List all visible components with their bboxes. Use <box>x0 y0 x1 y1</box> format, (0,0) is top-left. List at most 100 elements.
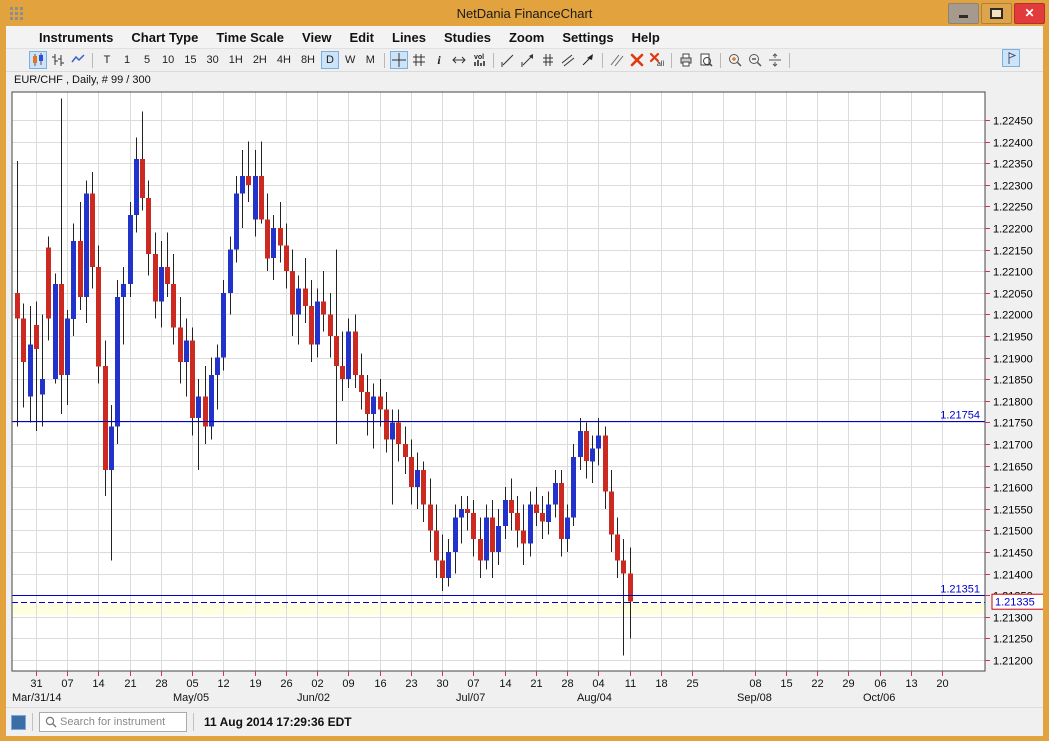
info-button[interactable]: i <box>430 51 448 69</box>
svg-text:all: all <box>657 61 664 68</box>
maximize-button[interactable] <box>981 3 1012 24</box>
toolbar-separator <box>789 53 790 68</box>
trend-ray-button[interactable] <box>519 51 537 69</box>
svg-text:Jun/02: Jun/02 <box>297 692 330 704</box>
delete-line-button[interactable] <box>628 51 646 69</box>
instrument-label: EUR/CHF , Daily, # 99 / 300 <box>14 74 151 86</box>
svg-text:07: 07 <box>61 678 73 690</box>
timeframe-8h-button[interactable]: 8H <box>297 51 319 69</box>
menu-studies[interactable]: Studies <box>435 30 500 45</box>
svg-text:1.22250: 1.22250 <box>993 202 1033 214</box>
svg-text:21: 21 <box>124 678 136 690</box>
svg-text:1.21500: 1.21500 <box>993 526 1033 538</box>
close-button[interactable]: ✕ <box>1014 3 1045 24</box>
gann-grid-button[interactable] <box>539 51 557 69</box>
svg-text:06: 06 <box>874 678 886 690</box>
zoom-in-button[interactable] <box>726 51 744 69</box>
minimize-button[interactable] <box>948 3 979 24</box>
svg-text:28: 28 <box>561 678 573 690</box>
fit-vertical-button[interactable] <box>766 51 784 69</box>
delete-all-lines-button[interactable]: all <box>648 51 666 69</box>
search-input[interactable] <box>58 715 182 729</box>
menu-chart-type[interactable]: Chart Type <box>122 30 207 45</box>
svg-text:20: 20 <box>936 678 948 690</box>
toolbar-separator <box>671 53 672 68</box>
timeframe-weekly-button[interactable]: W <box>341 51 359 69</box>
svg-text:1.21250: 1.21250 <box>993 634 1033 646</box>
channel-button[interactable] <box>559 51 577 69</box>
minimize-icon <box>959 15 968 18</box>
menu-settings[interactable]: Settings <box>553 30 622 45</box>
svg-text:Oct/06: Oct/06 <box>863 692 895 704</box>
menu-time-scale[interactable]: Time Scale <box>207 30 293 45</box>
menubar: InstrumentsChart TypeTime ScaleViewEditL… <box>6 26 1043 49</box>
timeframe-monthly-button[interactable]: M <box>361 51 379 69</box>
svg-text:07: 07 <box>467 678 479 690</box>
svg-text:1.22200: 1.22200 <box>993 224 1033 236</box>
grid-button[interactable] <box>410 51 428 69</box>
svg-text:Jul/07: Jul/07 <box>456 692 485 704</box>
menu-lines[interactable]: Lines <box>383 30 435 45</box>
timeframe-5m-button[interactable]: 5 <box>138 51 156 69</box>
print-button[interactable] <box>677 51 695 69</box>
timeframe-10m-button[interactable]: 10 <box>158 51 178 69</box>
volume-button[interactable]: vol <box>470 51 488 69</box>
search-box[interactable] <box>39 712 187 732</box>
instrument-color-icon[interactable] <box>11 715 26 730</box>
timestamp: 11 Aug 2014 17:29:36 EDT <box>204 715 352 729</box>
svg-text:vol: vol <box>474 54 484 61</box>
zoom-out-button[interactable] <box>746 51 764 69</box>
menu-instruments[interactable]: Instruments <box>30 30 122 45</box>
print-preview-button[interactable] <box>697 51 715 69</box>
svg-text:1.22100: 1.22100 <box>993 267 1033 279</box>
timeframe-2h-button[interactable]: 2H <box>249 51 271 69</box>
price-chart[interactable]: 1.217541.213511.224501.224001.223501.223… <box>6 88 1043 707</box>
trend-line-button[interactable] <box>499 51 517 69</box>
toolbar-separator <box>493 53 494 68</box>
svg-text:25: 25 <box>686 678 698 690</box>
svg-text:1.21850: 1.21850 <box>993 375 1033 387</box>
search-icon <box>44 715 58 729</box>
toolbar-separator <box>602 53 603 68</box>
titlebar: NetDania FinanceChart ✕ <box>0 0 1049 26</box>
timeframe-1m-button[interactable]: 1 <box>118 51 136 69</box>
x-axis: 3107142128051219260209162330071421280411… <box>12 671 949 704</box>
timeframe-tick-button[interactable]: T <box>98 51 116 69</box>
svg-text:i: i <box>438 53 442 67</box>
parallel-lines-button[interactable] <box>608 51 626 69</box>
svg-text:1.21900: 1.21900 <box>993 354 1033 366</box>
chart-region: EUR/CHF , Daily, # 99 / 300 1.217541.213… <box>6 72 1043 707</box>
ohlc-bars-button[interactable] <box>49 51 67 69</box>
crosshair-button[interactable] <box>390 51 408 69</box>
line-chart-button[interactable] <box>69 51 87 69</box>
svg-text:22: 22 <box>811 678 823 690</box>
pointer-arrow-button[interactable] <box>579 51 597 69</box>
menu-edit[interactable]: Edit <box>340 30 383 45</box>
candlestick-chart-button[interactable] <box>29 51 47 69</box>
svg-text:1.21750: 1.21750 <box>993 418 1033 430</box>
timeframe-4h-button[interactable]: 4H <box>273 51 295 69</box>
timeframe-15m-button[interactable]: 15 <box>180 51 200 69</box>
menu-help[interactable]: Help <box>623 30 669 45</box>
svg-text:23: 23 <box>405 678 417 690</box>
svg-text:15: 15 <box>780 678 792 690</box>
svg-text:1.22350: 1.22350 <box>993 159 1033 171</box>
svg-text:1.21950: 1.21950 <box>993 332 1033 344</box>
svg-text:16: 16 <box>374 678 386 690</box>
pin-panel-button[interactable] <box>1002 49 1020 67</box>
horizontal-expand-button[interactable] <box>450 51 468 69</box>
svg-text:Mar/31/14: Mar/31/14 <box>12 692 62 704</box>
toolbar-separator <box>92 53 93 68</box>
maximize-icon <box>990 8 1003 19</box>
svg-text:31: 31 <box>30 678 42 690</box>
timeframe-daily-button[interactable]: D <box>321 51 339 69</box>
svg-text:May/05: May/05 <box>173 692 209 704</box>
timeframe-1h-button[interactable]: 1H <box>225 51 247 69</box>
timeframe-30m-button[interactable]: 30 <box>203 51 223 69</box>
menu-zoom[interactable]: Zoom <box>500 30 553 45</box>
svg-text:1.21650: 1.21650 <box>993 462 1033 474</box>
menu-view[interactable]: View <box>293 30 340 45</box>
svg-text:18: 18 <box>655 678 667 690</box>
svg-text:09: 09 <box>342 678 354 690</box>
svg-text:21: 21 <box>530 678 542 690</box>
